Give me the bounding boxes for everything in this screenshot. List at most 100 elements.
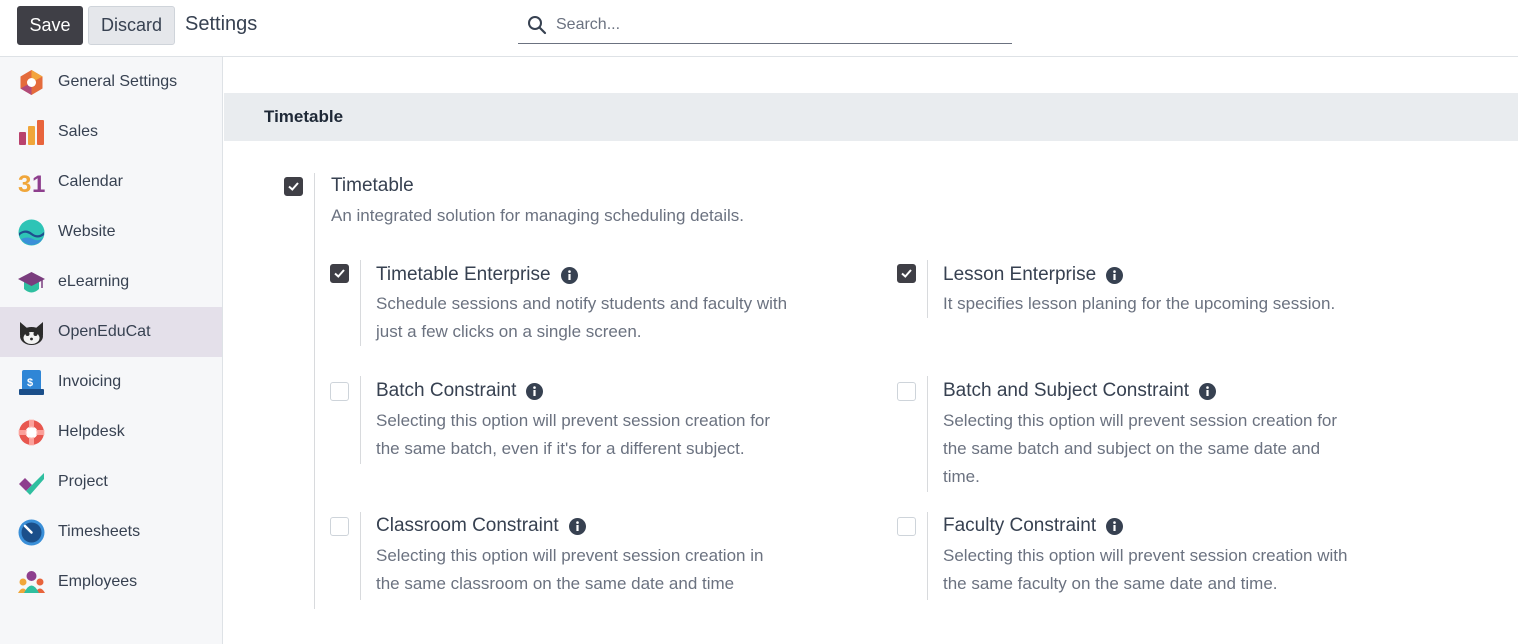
batch-subject-constraint-checkbox[interactable] bbox=[897, 382, 916, 401]
setting-title: Batch Constraint bbox=[376, 380, 517, 401]
website-icon bbox=[18, 219, 45, 246]
setting-title: Batch and Subject Constraint bbox=[943, 380, 1190, 401]
helpdesk-icon bbox=[18, 419, 45, 446]
sidebar-item-label: Sales bbox=[58, 123, 99, 140]
setting-batch-subject-constraint: Batch and Subject Constraint bbox=[943, 380, 1217, 402]
description-line: Schedule sessions and notify students an… bbox=[376, 294, 788, 313]
elearning-icon bbox=[18, 269, 45, 296]
page-title: Settings bbox=[185, 13, 258, 35]
sidebar-item-elearning[interactable]: eLearning bbox=[0, 257, 222, 307]
description-line: the same faculty on the same date and ti… bbox=[943, 574, 1278, 593]
timetable-checkbox[interactable] bbox=[284, 177, 303, 196]
description-line: It specifies lesson planing for the upco… bbox=[943, 294, 1336, 313]
setting-batch-constraint: Batch Constraint bbox=[376, 380, 544, 402]
description-line: just a few clicks on a single screen. bbox=[376, 322, 642, 341]
info-icon[interactable] bbox=[1106, 266, 1124, 284]
info-icon[interactable] bbox=[560, 266, 578, 284]
sidebar-item-sales[interactable]: Sales bbox=[0, 107, 222, 157]
setting-description: Selecting this option will prevent sessi… bbox=[943, 542, 1347, 598]
setting-title: Classroom Constraint bbox=[376, 515, 559, 536]
setting-lesson-enterprise: Lesson Enterprise bbox=[943, 264, 1124, 286]
setting-description: Selecting this option will prevent sessi… bbox=[376, 407, 770, 463]
sidebar-item-label: Project bbox=[58, 473, 108, 490]
sidebar-item-label: OpenEduCat bbox=[58, 323, 151, 340]
calendar-icon: 31 bbox=[18, 169, 45, 196]
description-line: Selecting this option will prevent sessi… bbox=[943, 546, 1348, 565]
divider bbox=[314, 173, 315, 609]
info-icon[interactable] bbox=[1199, 382, 1217, 400]
timetable-enterprise-checkbox[interactable] bbox=[330, 264, 349, 283]
save-button[interactable]: Save bbox=[17, 6, 83, 45]
svg-text:1: 1 bbox=[32, 171, 45, 196]
description-line: Selecting this option will prevent sessi… bbox=[376, 411, 771, 430]
sidebar-item-label: Invoicing bbox=[58, 373, 122, 390]
setting-description: Schedule sessions and notify students an… bbox=[376, 290, 787, 346]
search-icon bbox=[527, 15, 547, 35]
description-line: the same batch, even if it's for a diffe… bbox=[376, 439, 745, 458]
discard-button[interactable]: Discard bbox=[88, 6, 175, 45]
lesson-enterprise-checkbox[interactable] bbox=[897, 264, 916, 283]
info-icon[interactable] bbox=[568, 517, 586, 535]
sidebar-item-invoicing[interactable]: $ Invoicing bbox=[0, 357, 222, 407]
description-line: time. bbox=[943, 467, 980, 486]
checkmark-icon bbox=[334, 269, 345, 278]
setting-title: Timetable bbox=[331, 175, 414, 196]
general-settings-icon bbox=[18, 69, 45, 96]
divider bbox=[360, 376, 361, 464]
control-panel: Save Discard Settings bbox=[0, 0, 1518, 57]
classroom-constraint-checkbox[interactable] bbox=[330, 517, 349, 536]
sidebar-item-label: Website bbox=[58, 223, 116, 240]
divider bbox=[360, 512, 361, 600]
divider bbox=[927, 376, 928, 492]
info-icon[interactable] bbox=[1106, 517, 1124, 535]
sidebar-item-employees[interactable]: Employees bbox=[0, 557, 222, 607]
sidebar-item-label: General Settings bbox=[58, 73, 178, 90]
sidebar-item-website[interactable]: Website bbox=[0, 207, 222, 257]
settings-content: Timetable Timetable An integrated soluti… bbox=[224, 57, 1518, 644]
search-bar bbox=[518, 6, 1012, 44]
description-line: the same batch and subject on the same d… bbox=[943, 439, 1321, 458]
sidebar-item-helpdesk[interactable]: Helpdesk bbox=[0, 407, 222, 457]
sales-icon bbox=[18, 119, 45, 146]
employees-icon bbox=[18, 569, 45, 596]
sidebar-item-general-settings[interactable]: General Settings bbox=[0, 57, 222, 107]
svg-text:$: $ bbox=[27, 377, 33, 389]
timesheets-icon bbox=[18, 519, 45, 546]
sidebar-item-label: Timesheets bbox=[58, 523, 141, 540]
setting-description: It specifies lesson planing for the upco… bbox=[943, 290, 1335, 318]
checkmark-icon bbox=[288, 182, 299, 191]
info-icon[interactable] bbox=[526, 382, 544, 400]
sidebar-item-project[interactable]: Project bbox=[0, 457, 222, 507]
setting-title: Timetable Enterprise bbox=[376, 264, 551, 285]
description-line: Selecting this option will prevent sessi… bbox=[376, 546, 764, 565]
setting-title: Lesson Enterprise bbox=[943, 264, 1097, 285]
divider bbox=[927, 260, 928, 318]
setting-description: An integrated solution for managing sche… bbox=[331, 206, 744, 225]
sidebar-item-calendar[interactable]: 31 Calendar bbox=[0, 157, 222, 207]
divider bbox=[360, 260, 361, 346]
setting-description: Selecting this option will prevent sessi… bbox=[943, 407, 1337, 491]
setting-classroom-constraint: Classroom Constraint bbox=[376, 515, 586, 537]
sidebar-item-label: Helpdesk bbox=[58, 423, 125, 440]
openeducat-icon bbox=[18, 319, 45, 346]
setting-description: Selecting this option will prevent sessi… bbox=[376, 542, 763, 598]
setting-title: Faculty Constraint bbox=[943, 515, 1097, 536]
section-title: Timetable bbox=[224, 93, 1518, 141]
sidebar-item-timesheets[interactable]: Timesheets bbox=[0, 507, 222, 557]
checkmark-icon bbox=[901, 269, 912, 278]
invoicing-icon: $ bbox=[18, 369, 45, 396]
batch-constraint-checkbox[interactable] bbox=[330, 382, 349, 401]
faculty-constraint-checkbox[interactable] bbox=[897, 517, 916, 536]
sidebar-item-label: Calendar bbox=[58, 173, 123, 190]
setting-timetable-enterprise: Timetable Enterprise bbox=[376, 264, 578, 286]
sidebar-item-openeducat[interactable]: OpenEduCat bbox=[0, 307, 222, 357]
setting-faculty-constraint: Faculty Constraint bbox=[943, 515, 1124, 537]
description-line: Selecting this option will prevent sessi… bbox=[943, 411, 1338, 430]
sidebar-item-label: eLearning bbox=[58, 273, 130, 290]
search-input[interactable] bbox=[556, 15, 996, 34]
svg-text:3: 3 bbox=[18, 171, 31, 196]
project-icon bbox=[18, 469, 45, 496]
description-line: the same classroom on the same date and … bbox=[376, 574, 735, 593]
divider bbox=[927, 512, 928, 600]
sidebar-item-label: Employees bbox=[58, 573, 138, 590]
